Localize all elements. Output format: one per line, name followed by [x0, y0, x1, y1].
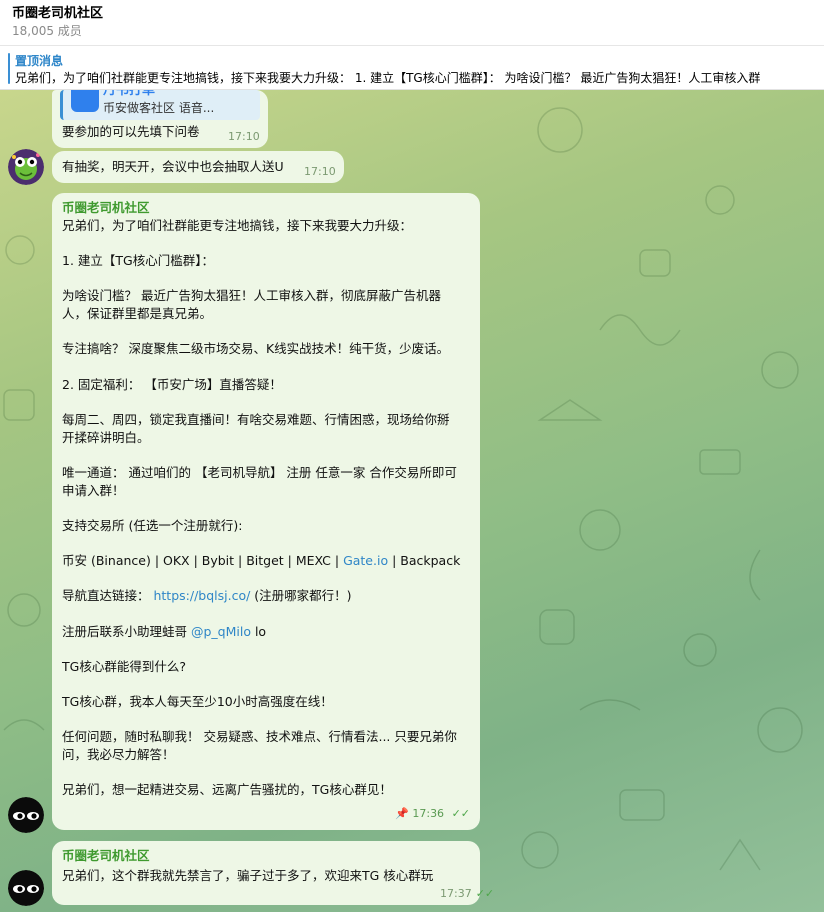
- chat-area: 丹书打单 币安做客社区 语音... 要参加的可以先填下问卷 17:10 有抽奖，…: [0, 90, 824, 912]
- message-paragraph: 兄弟们，为了咱们社群能更专注地搞钱，接下来我要大力升级：: [62, 217, 474, 235]
- paragraph-text: 唯一通道： 通过咱们的 【老司机导航】 注册 任意一家 合作交易所即可: [62, 464, 457, 480]
- exchange-link[interactable]: Gate.io: [343, 553, 388, 568]
- paragraph-text: 币安 (Binance) | OKX | Bybit | Bitget | ME…: [62, 553, 344, 569]
- message-bubble-2[interactable]: 有抽奖，明天开，会议中也会抽取人送U 17:10: [52, 151, 344, 183]
- message-paragraph: 任何问题，随时私聊我！ 交易疑惑、技术难点、行情看法... 只要兄弟你: [62, 728, 474, 746]
- paragraph-text: TG核心群能得到什么?: [62, 658, 186, 674]
- message-paragraph: 支持交易所 (任选一个注册就行):: [62, 517, 474, 535]
- frog-avatar-icon: [8, 149, 44, 185]
- message-footer: 📌 17:36 ✓✓: [395, 807, 470, 822]
- message-bubble-announcement[interactable]: 币圈老司机社区 兄弟们，为了咱们社群能更专注地搞钱，接下来我要大力升级： 1. 建…: [52, 193, 480, 830]
- exchange-link-tail: | Backpack: [388, 553, 461, 569]
- eyes-avatar-icon: [8, 870, 44, 906]
- paragraph-text: 为啥设门槛？ 最近广告狗太猖狂！人工审核入群，彻底屏蔽广告机器: [62, 288, 441, 304]
- message-bubble-4[interactable]: 币圈老司机社区 兄弟们，这个群我就先禁言了，骗子过于多了，欢迎来TG 核心群玩 …: [52, 841, 494, 905]
- paragraph-text: 2. 固定福利： 【币安广场】直播答疑！: [62, 376, 282, 392]
- paragraph-text: 每周二、周四，锁定我直播间！有啥交易难题、行情困惑，现场给你掰: [62, 411, 450, 427]
- chat-header[interactable]: 币圈老司机社区 18,005 成员: [0, 0, 824, 46]
- paragraph-text: 开揉碎讲明白。: [62, 429, 150, 445]
- nav-link[interactable]: https://bqlsj.co/: [153, 588, 250, 603]
- preview-title: 丹书打单: [103, 90, 156, 98]
- preview-description: 币安做客社区 语音...: [103, 101, 215, 115]
- paragraph-text: 任何问题，随时私聊我！ 交易疑惑、技术难点、行情看法... 只要兄弟你: [62, 728, 457, 744]
- pinned-message-bar[interactable]: 置顶消息 兄弟们，为了咱们社群能更专注地搞钱，接下来我要大力升级： 1. 建立【…: [0, 47, 824, 90]
- paragraph-text: 1. 建立【TG核心门槛群】：: [62, 253, 214, 268]
- message-bubble-1[interactable]: 丹书打单 币安做客社区 语音... 要参加的可以先填下问卷 17:10: [52, 90, 268, 148]
- message-paragraph: 1. 建立【TG核心门槛群】：: [62, 252, 474, 270]
- paragraph-text: 问，我必尽力解答！: [62, 747, 175, 762]
- message-paragraph: 币安 (Binance) | OKX | Bybit | Bitget | ME…: [62, 552, 474, 570]
- message-paragraph: 每周二、周四，锁定我直播间！有啥交易难题、行情困惑，现场给你掰: [62, 411, 474, 429]
- message-sender: 币圈老司机社区: [62, 848, 150, 863]
- message-text: 有抽奖，明天开，会议中也会抽取人送U: [62, 159, 284, 174]
- message-paragraph: 兄弟们，想一起精进交易、远离广告骚扰的，TG核心群见！: [62, 781, 474, 799]
- message-body: 币圈老司机社区 兄弟们，为了咱们社群能更专注地搞钱，接下来我要大力升级： 1. 建…: [62, 200, 474, 799]
- chat-title: 币圈老司机社区: [12, 6, 104, 21]
- message-time: 17:36: [412, 807, 445, 821]
- message-paragraph: 申请入群！: [62, 482, 474, 500]
- avatar-eyes-2[interactable]: [8, 870, 44, 906]
- message-paragraph: 问，我必尽力解答！: [62, 746, 474, 764]
- paragraph-text: 专注搞啥？ 深度聚焦二级市场交易、K线实战技术！纯干货，少废话。: [62, 341, 450, 357]
- paragraph-text: 兄弟们，想一起精进交易、远离广告骚扰的，TG核心群见！: [62, 782, 392, 798]
- preview-logo-icon: [71, 90, 99, 112]
- read-receipt-icon: ✓✓: [475, 887, 495, 900]
- pinned-accent-bar: [8, 53, 10, 84]
- paragraph-text: 兄弟们，为了咱们社群能更专注地搞钱，接下来我要大力升级：: [62, 217, 413, 233]
- message-paragraphs: 兄弟们，为了咱们社群能更专注地搞钱，接下来我要大力升级： 1. 建立【TG核心门槛…: [62, 217, 474, 799]
- pinned-text: 兄弟们，为了咱们社群能更专注地搞钱，接下来我要大力升级： 1. 建立【TG核心门…: [15, 71, 761, 85]
- message-paragraph: 导航直达链接： https://bqlsj.co/ (注册哪家都行！): [62, 587, 474, 605]
- member-count: 18,005 成员: [12, 24, 82, 38]
- paragraph-text: 支持交易所 (任选一个注册就行):: [62, 518, 243, 534]
- message-time: 17:10: [228, 130, 260, 143]
- message-paragraph: 为啥设门槛？ 最近广告狗太猖狂！人工审核入群，彻底屏蔽广告机器: [62, 287, 474, 305]
- eyes-avatar-icon: [8, 797, 44, 833]
- message-text: 兄弟们，这个群我就先禁言了，骗子过于多了，欢迎来TG 核心群玩: [62, 868, 434, 883]
- paragraph-text: 导航直达链接：: [62, 588, 154, 604]
- link-preview-card[interactable]: 丹书打单 币安做客社区 语音...: [60, 90, 260, 120]
- message-paragraph: 2. 固定福利： 【币安广场】直播答疑！: [62, 376, 474, 394]
- assistant-link[interactable]: @p_qMilo: [191, 624, 251, 639]
- message-paragraph: 人，保证群里都是真兄弟。: [62, 305, 474, 323]
- message-paragraph: 专注搞啥？ 深度聚焦二级市场交易、K线实战技术！纯干货，少废话。: [62, 340, 474, 358]
- message-paragraph: 唯一通道： 通过咱们的 【老司机导航】 注册 任意一家 合作交易所即可: [62, 464, 474, 482]
- pin-icon: 📌: [395, 807, 409, 821]
- message-paragraph: 注册后联系小助理蛙哥 @p_qMilo lo: [62, 623, 474, 641]
- avatar-eyes[interactable]: [8, 797, 44, 833]
- paragraph-text: 注册后联系小助理蛙哥: [62, 623, 191, 639]
- message-paragraph: TG核心群能得到什么?: [62, 658, 474, 676]
- pinned-label: 置顶消息: [15, 54, 64, 68]
- message-sender: 币圈老司机社区: [62, 200, 150, 215]
- paragraph-text: TG核心群，我本人每天至少10小时高强度在线！: [62, 693, 333, 709]
- message-time: 17:37 ✓✓: [440, 887, 495, 900]
- paragraph-text: 申请入群！: [62, 483, 125, 498]
- paragraph-text: 人，保证群里都是真兄弟。: [62, 306, 213, 322]
- avatar-frog[interactable]: [8, 149, 44, 185]
- message-time: 17:10: [304, 165, 336, 178]
- message-text: 要参加的可以先填下问卷: [62, 124, 200, 139]
- assistant-link-tail: lo: [250, 623, 267, 639]
- nav-link-tail: (注册哪家都行！): [250, 588, 352, 604]
- message-paragraph: TG核心群，我本人每天至少10小时高强度在线！: [62, 693, 474, 711]
- message-paragraph: 开揉碎讲明白。: [62, 429, 474, 447]
- read-receipt-icon: ✓✓: [451, 807, 470, 821]
